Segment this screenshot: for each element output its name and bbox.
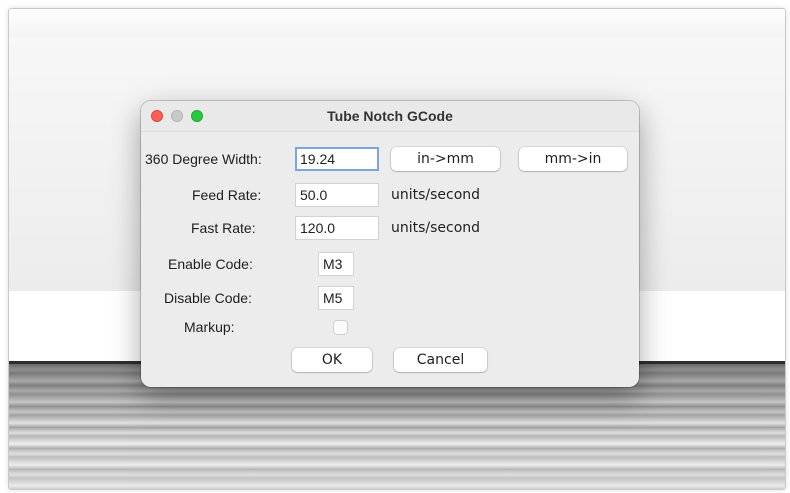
ok-button[interactable]: OK <box>292 348 372 372</box>
disable-code-label: Disable Code: <box>164 290 252 306</box>
mm-to-in-button[interactable]: mm->in <box>519 147 627 171</box>
width-input[interactable]: 19.24 <box>295 147 379 171</box>
fast-rate-input[interactable]: 120.0 <box>295 216 379 240</box>
enable-code-input[interactable]: M3 <box>318 252 354 276</box>
enable-code-label: Enable Code: <box>168 256 253 272</box>
disable-code-input[interactable]: M5 <box>318 286 354 310</box>
background-toolbar <box>9 9 785 37</box>
markup-label: Markup: <box>184 319 235 335</box>
in-to-mm-button[interactable]: in->mm <box>391 147 500 171</box>
feed-rate-unit: units/second <box>391 187 481 203</box>
dialog-title: Tube Notch GCode <box>327 108 453 124</box>
tube-notch-dialog: Tube Notch GCode 360 Degree Width: 19.24… <box>141 101 639 387</box>
fast-rate-unit: units/second <box>391 220 481 236</box>
width-label: 360 Degree Width: <box>145 151 262 167</box>
dialog-titlebar: Tube Notch GCode <box>141 101 639 132</box>
fast-rate-label: Fast Rate: <box>191 220 256 236</box>
markup-checkbox[interactable] <box>333 320 348 335</box>
feed-rate-input[interactable]: 50.0 <box>295 183 379 207</box>
cancel-button[interactable]: Cancel <box>394 348 487 372</box>
feed-rate-label: Feed Rate: <box>192 187 262 203</box>
